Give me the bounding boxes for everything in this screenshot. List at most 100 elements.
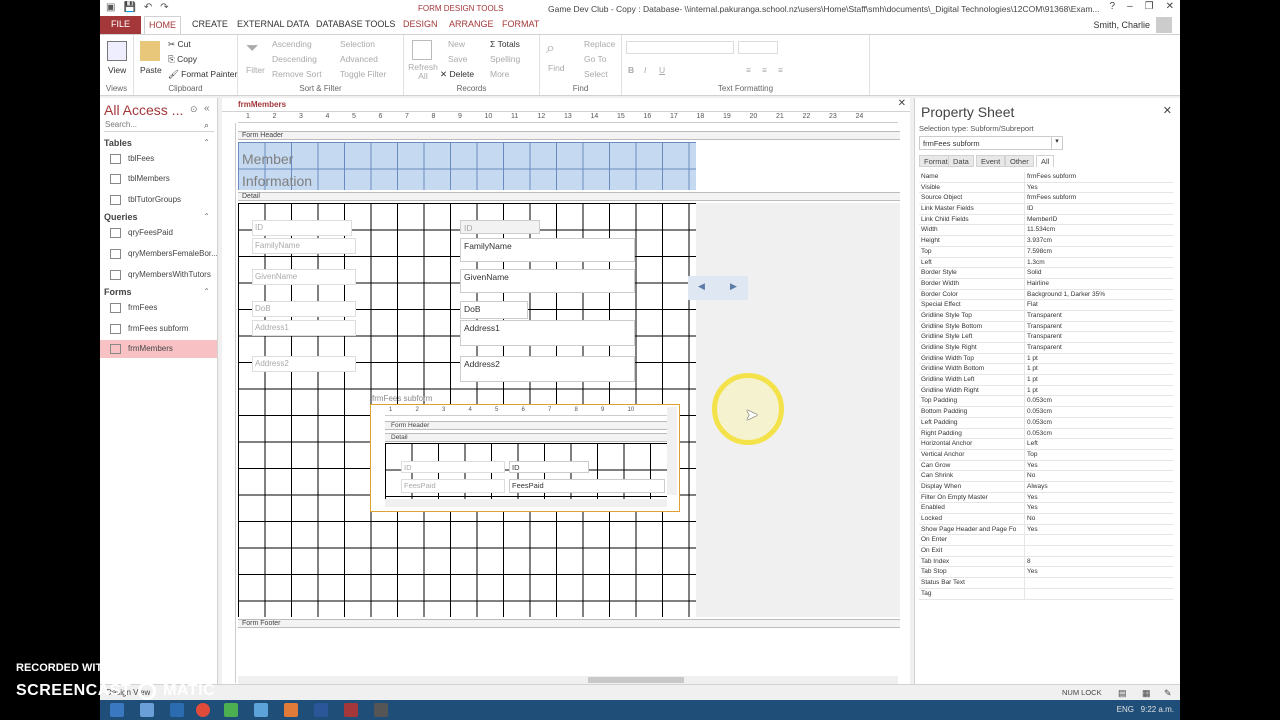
subform-vscroll[interactable] (667, 407, 677, 495)
property-value[interactable]: Yes (1025, 503, 1173, 513)
property-value[interactable]: 0.053cm (1025, 429, 1173, 439)
bold-button[interactable]: B (628, 65, 634, 75)
next-record-icon[interactable]: ▶ (730, 281, 737, 292)
redo-icon[interactable]: ↷ (160, 2, 168, 13)
property-row[interactable]: Filter On Empty Master Yes (919, 492, 1173, 504)
nav-group-forms[interactable]: Forms ⌃ (104, 287, 212, 297)
nav-pane-title[interactable]: All Access ... (104, 102, 183, 118)
property-value[interactable] (1025, 589, 1173, 599)
property-value[interactable]: Yes (1025, 461, 1173, 471)
minimize-button[interactable]: – (1127, 1, 1133, 12)
property-value[interactable]: 1 pt (1025, 375, 1173, 385)
property-row[interactable]: Gridline Style Left Transparent (919, 332, 1173, 343)
property-row[interactable]: Link Child Fields MemberID (919, 214, 1173, 226)
property-row[interactable]: Bottom Padding 0.053cm (919, 407, 1173, 418)
property-value[interactable]: Transparent (1025, 332, 1173, 342)
outlook-icon[interactable] (170, 703, 184, 717)
object-select[interactable]: frmFees subform ▾ (919, 136, 1063, 150)
chevron-down-icon[interactable]: ▾ (1051, 137, 1062, 149)
totals-button[interactable]: Σ Totals (490, 39, 520, 49)
property-row[interactable]: Tag (919, 588, 1173, 600)
layout-view-icon[interactable]: ▦ (1142, 688, 1151, 699)
subform-label[interactable]: frmFees subform (372, 394, 432, 403)
property-row[interactable]: Link Master Fields ID (919, 204, 1173, 215)
property-value[interactable]: Yes (1025, 567, 1173, 577)
align-left-icon[interactable]: ≡ (746, 65, 751, 75)
app-blue-icon[interactable] (254, 703, 268, 717)
property-value[interactable]: Yes (1025, 493, 1173, 503)
subform-label-id[interactable]: ID (401, 461, 505, 473)
property-row[interactable]: Name frmFees subform (919, 172, 1173, 183)
prop-tab-event[interactable]: Event (976, 155, 1006, 167)
tab-external-data[interactable]: EXTERNAL DATA (233, 16, 313, 34)
label-familyname[interactable]: FamilyName (252, 238, 356, 254)
paste-button[interactable]: Paste (140, 65, 162, 75)
shutter-bar-icon[interactable]: « (204, 103, 210, 114)
new-record-button[interactable]: New (448, 39, 465, 49)
toggle-filter-button[interactable]: Toggle Filter (340, 69, 386, 79)
property-value[interactable]: 1 pt (1025, 364, 1173, 374)
property-row[interactable]: Can Grow Yes (919, 460, 1173, 472)
descending-button[interactable]: Descending (272, 54, 317, 64)
property-value[interactable]: Transparent (1025, 343, 1173, 353)
property-row[interactable]: Show Page Header and Page Fo Yes (919, 524, 1173, 536)
property-value[interactable]: Solid (1025, 268, 1173, 278)
nav-group-queries[interactable]: Queries ⌃ (104, 212, 212, 222)
nav-item-frmmembers[interactable]: frmMembers (100, 340, 217, 358)
property-row[interactable]: Left 1.3cm (919, 257, 1173, 269)
property-row[interactable]: Gridline Style Top Transparent (919, 310, 1173, 322)
property-value[interactable] (1025, 546, 1173, 556)
nav-item-tblmembers[interactable]: tblMembers (100, 170, 217, 188)
subform-textbox-feespaid[interactable]: FeesPaid (509, 479, 665, 493)
subform-band-form-header[interactable]: Form Header (385, 421, 667, 430)
form-view-icon[interactable]: ▤ (1118, 688, 1127, 699)
selection-button[interactable]: Selection (340, 39, 375, 49)
save-record-button[interactable]: Save (448, 54, 467, 64)
word-icon[interactable] (314, 703, 328, 717)
textbox-familyname[interactable]: FamilyName (460, 238, 635, 262)
property-row[interactable]: Height 3.937cm (919, 236, 1173, 247)
property-value[interactable]: 1 pt (1025, 354, 1173, 364)
undo-icon[interactable]: ↶ (144, 2, 152, 13)
property-value[interactable]: Hairline (1025, 279, 1173, 289)
property-row[interactable]: Visible Yes (919, 182, 1173, 194)
property-row[interactable]: Gridline Width Top 1 pt (919, 353, 1173, 365)
band-form-header[interactable]: Form Header (238, 131, 900, 140)
property-row[interactable]: Display When Always (919, 481, 1173, 493)
property-value[interactable]: Top (1025, 450, 1173, 460)
band-form-footer[interactable]: Form Footer (238, 619, 900, 628)
property-row[interactable]: Vertical Anchor Top (919, 449, 1173, 461)
font-size-select[interactable] (738, 41, 778, 54)
property-value[interactable]: 1.3cm (1025, 258, 1173, 268)
property-row[interactable]: Width 11.534cm (919, 225, 1173, 237)
nav-search-input[interactable]: Search... (104, 120, 214, 132)
goto-button[interactable]: Go To (584, 54, 607, 64)
prop-tab-all[interactable]: All (1036, 155, 1055, 167)
property-value[interactable]: No (1025, 471, 1173, 481)
find-button[interactable]: Find (548, 63, 565, 73)
format-painter-button[interactable]: 🖌 Format Painter (168, 69, 237, 80)
close-icon[interactable]: ✕ (1163, 104, 1172, 117)
property-row[interactable]: Gridline Width Bottom 1 pt (919, 364, 1173, 376)
property-row[interactable]: Border Style Solid (919, 268, 1173, 279)
app-green-icon[interactable] (224, 703, 238, 717)
property-value[interactable]: Always (1025, 482, 1173, 492)
subform-band-detail[interactable]: Detail (385, 433, 667, 442)
tab-format[interactable]: FORMAT (498, 16, 543, 34)
textbox-id[interactable]: ID (460, 220, 540, 234)
view-button[interactable]: View (108, 65, 126, 75)
copy-button[interactable]: ⎘ Copy (168, 54, 197, 65)
textbox-address2[interactable]: Address2 (460, 356, 635, 382)
property-value[interactable]: Yes (1025, 525, 1173, 535)
tab-file[interactable]: FILE (100, 16, 142, 34)
nav-item-frmfees-subform[interactable]: frmFees subform (100, 320, 217, 338)
nav-menu-chevron-icon[interactable]: ⊙ (190, 104, 198, 115)
property-value[interactable]: Flat (1025, 300, 1173, 310)
nav-item-frmfees[interactable]: frmFees (100, 299, 217, 317)
close-button[interactable]: ✕ (1166, 1, 1174, 12)
chrome-icon[interactable] (196, 703, 210, 717)
subform-hscroll[interactable] (385, 499, 667, 507)
italic-button[interactable]: I (644, 65, 646, 75)
select-button[interactable]: Select (584, 69, 608, 79)
remove-sort-button[interactable]: Remove Sort (272, 69, 322, 79)
